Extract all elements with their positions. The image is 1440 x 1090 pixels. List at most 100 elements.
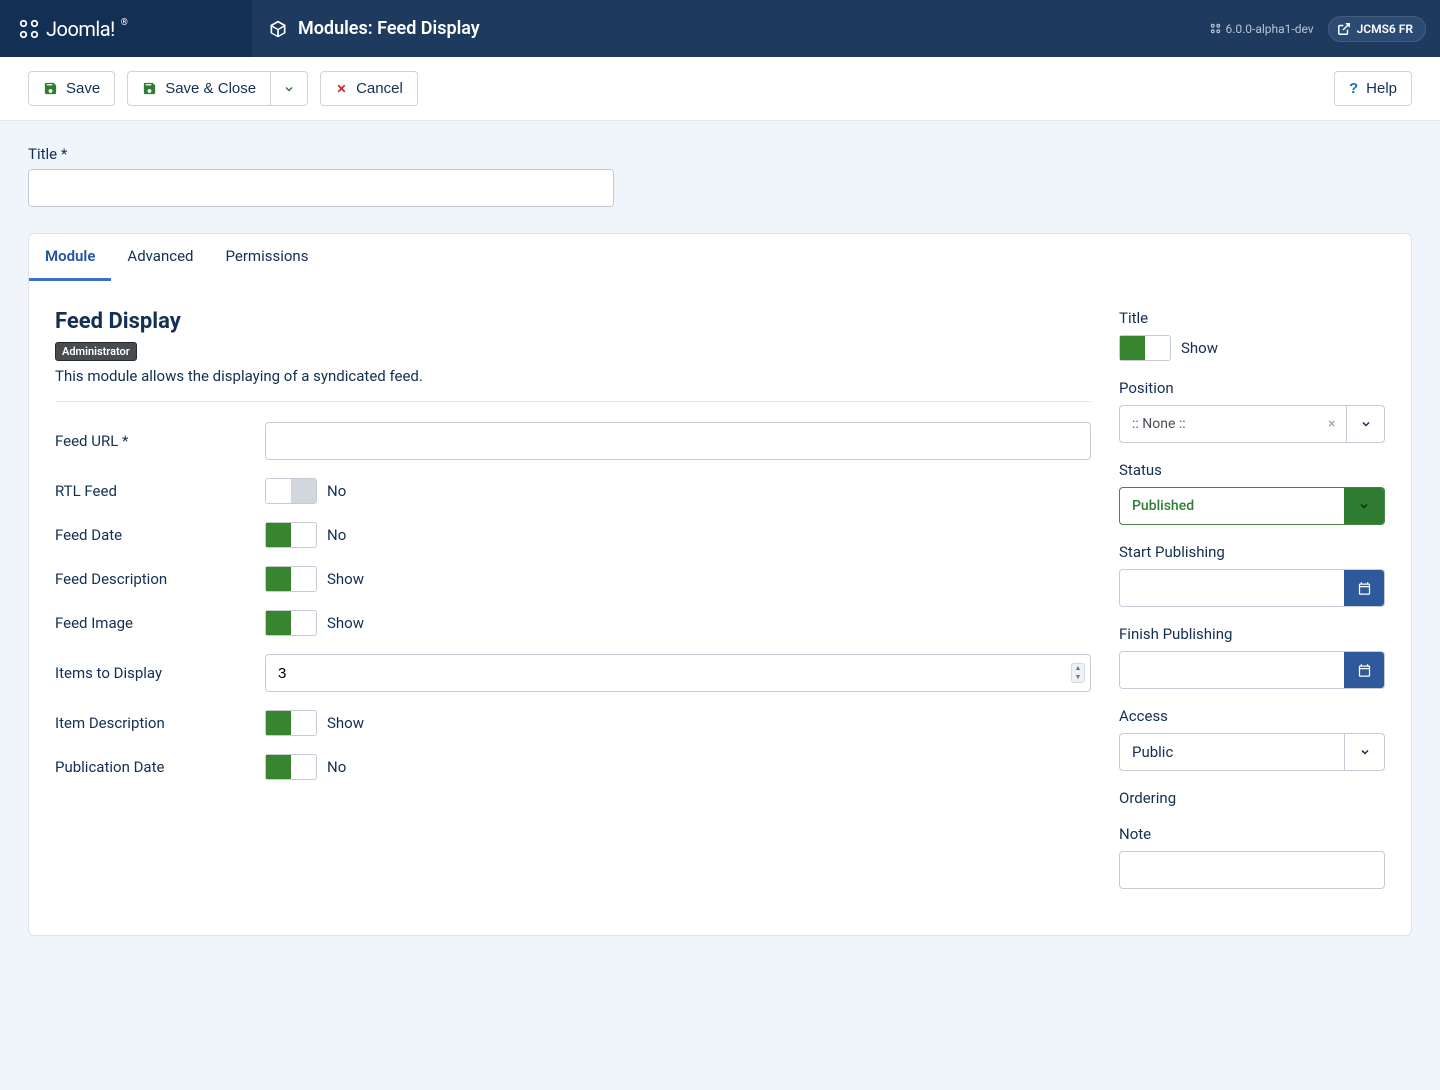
start-pub-label: Start Publishing: [1119, 543, 1385, 561]
note-input[interactable]: [1119, 851, 1385, 889]
tab-bar: Module Advanced Permissions: [28, 233, 1412, 281]
row-feed-image: Feed Image Show: [55, 610, 1091, 636]
version-indicator[interactable]: 6.0.0-alpha1-dev: [1210, 22, 1313, 36]
tab-advanced[interactable]: Advanced: [111, 234, 209, 281]
side-title-switch[interactable]: [1119, 335, 1171, 361]
side-access: Access Public: [1119, 707, 1385, 771]
start-pub-calendar-button[interactable]: [1344, 570, 1384, 606]
app-header: Joomla! ® Modules: Feed Display 6.0.0-al…: [0, 0, 1440, 57]
stepper-up-icon: ▲: [1072, 664, 1084, 673]
items-label: Items to Display: [55, 664, 265, 682]
brand-logo[interactable]: Joomla! ®: [18, 17, 128, 41]
feed-url-input[interactable]: [265, 422, 1091, 460]
save-icon: [43, 81, 58, 96]
start-pub-input[interactable]: [1120, 570, 1344, 606]
help-button[interactable]: ? Help: [1334, 71, 1412, 106]
row-item-desc: Item Description Show: [55, 710, 1091, 736]
access-label: Access: [1119, 707, 1385, 725]
rtl-feed-text: No: [327, 482, 346, 500]
feed-image-label: Feed Image: [55, 614, 265, 632]
row-feed-url: Feed URL *: [55, 422, 1091, 460]
side-column: Title Show Position :: None :: × Status …: [1119, 309, 1385, 907]
save-close-label: Save & Close: [165, 80, 256, 97]
tab-module[interactable]: Module: [29, 234, 111, 281]
finish-pub-input[interactable]: [1120, 652, 1344, 688]
user-menu[interactable]: JCMS6 FR: [1328, 16, 1426, 42]
toolbar: Save Save & Close Cancel ? Help: [0, 57, 1440, 121]
content-area: Title * Module Advanced Permissions Feed…: [0, 121, 1440, 960]
save-close-group: Save & Close: [127, 71, 308, 106]
main-column: Feed Display Administrator This module a…: [55, 309, 1091, 907]
feed-url-label: Feed URL *: [55, 432, 265, 450]
start-pub-field: [1119, 569, 1385, 607]
rtl-feed-switch[interactable]: [265, 478, 317, 504]
status-label: Status: [1119, 461, 1385, 479]
item-desc-text: Show: [327, 714, 364, 732]
page-title-area: Modules: Feed Display: [252, 18, 1210, 39]
brand-text: Joomla!: [46, 17, 115, 41]
cancel-button[interactable]: Cancel: [320, 71, 418, 106]
tab-permissions[interactable]: Permissions: [210, 234, 325, 281]
divider: [55, 401, 1091, 402]
module-description: This module allows the displaying of a s…: [55, 367, 1091, 385]
chevron-down-icon: [283, 83, 295, 95]
row-items: Items to Display ▲▼: [55, 654, 1091, 692]
position-clear-icon[interactable]: ×: [1328, 406, 1346, 442]
module-panel: Feed Display Administrator This module a…: [28, 281, 1412, 936]
pub-date-text: No: [327, 758, 346, 776]
chevron-down-icon: [1344, 734, 1384, 770]
feed-image-text: Show: [327, 614, 364, 632]
external-link-icon: [1337, 22, 1351, 36]
feed-desc-text: Show: [327, 570, 364, 588]
chevron-down-icon: [1346, 406, 1384, 442]
calendar-icon: [1357, 581, 1372, 596]
side-title-text: Show: [1181, 339, 1218, 357]
chevron-down-icon: [1344, 488, 1384, 524]
cube-icon: [268, 19, 288, 39]
feed-image-switch[interactable]: [265, 610, 317, 636]
position-label: Position: [1119, 379, 1385, 397]
save-close-button[interactable]: Save & Close: [127, 71, 270, 106]
pub-date-label: Publication Date: [55, 758, 265, 776]
side-note: Note: [1119, 825, 1385, 889]
status-value: Published: [1120, 488, 1344, 524]
page-title: Modules: Feed Display: [298, 18, 480, 39]
save-close-dropdown[interactable]: [270, 71, 308, 106]
finish-pub-calendar-button[interactable]: [1344, 652, 1384, 688]
stepper-down-icon: ▼: [1072, 673, 1084, 682]
version-text: 6.0.0-alpha1-dev: [1225, 22, 1313, 36]
side-title-label: Title: [1119, 309, 1385, 327]
row-feed-date: Feed Date No: [55, 522, 1091, 548]
cancel-label: Cancel: [356, 80, 403, 97]
feed-desc-switch[interactable]: [265, 566, 317, 592]
pub-date-switch[interactable]: [265, 754, 317, 780]
finish-pub-field: [1119, 651, 1385, 689]
side-finish-pub: Finish Publishing: [1119, 625, 1385, 689]
access-value: Public: [1120, 734, 1344, 770]
feed-date-text: No: [327, 526, 346, 544]
feed-date-switch[interactable]: [265, 522, 317, 548]
joomla-small-icon: [1210, 23, 1221, 34]
calendar-icon: [1357, 663, 1372, 678]
position-select[interactable]: :: None :: ×: [1119, 405, 1385, 443]
finish-pub-label: Finish Publishing: [1119, 625, 1385, 643]
items-input-wrap: ▲▼: [265, 654, 1091, 692]
side-start-pub: Start Publishing: [1119, 543, 1385, 607]
header-right: 6.0.0-alpha1-dev JCMS6 FR: [1210, 16, 1440, 42]
save-button[interactable]: Save: [28, 71, 115, 106]
brand-reg: ®: [121, 18, 128, 28]
item-desc-switch[interactable]: [265, 710, 317, 736]
side-title: Title Show: [1119, 309, 1385, 361]
status-select[interactable]: Published: [1119, 487, 1385, 525]
access-select[interactable]: Public: [1119, 733, 1385, 771]
admin-chip: Administrator: [55, 342, 137, 361]
save-icon: [142, 81, 157, 96]
title-input[interactable]: [28, 169, 614, 207]
user-name: JCMS6 FR: [1357, 22, 1413, 36]
items-input[interactable]: [265, 654, 1091, 692]
items-stepper[interactable]: ▲▼: [1071, 663, 1085, 683]
row-rtl-feed: RTL Feed No: [55, 478, 1091, 504]
title-label: Title *: [28, 145, 1412, 163]
joomla-icon: [18, 18, 40, 40]
side-ordering: Ordering: [1119, 789, 1385, 807]
